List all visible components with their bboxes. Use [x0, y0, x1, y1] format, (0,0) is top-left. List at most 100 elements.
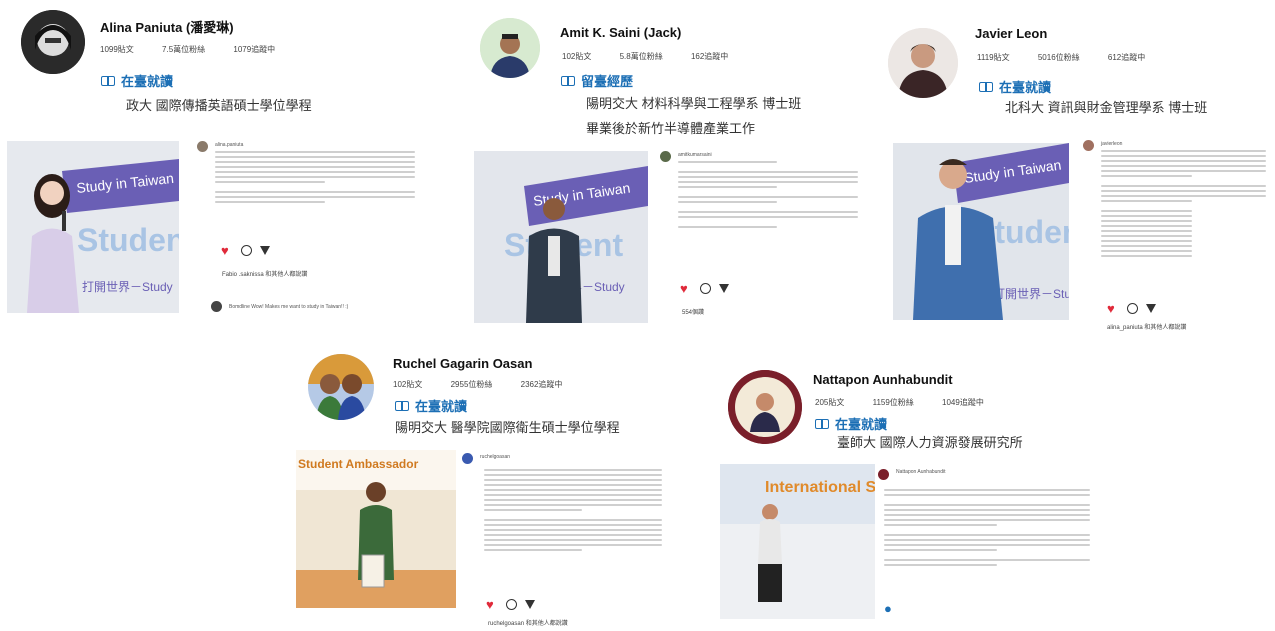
comment-icon[interactable] [700, 283, 711, 294]
avatar[interactable] [308, 354, 374, 420]
status-label: 在臺就讀 [979, 77, 1051, 96]
avatar-portrait-icon [888, 28, 958, 98]
banner-world-text: 打開世界－Study [82, 280, 173, 294]
avatar[interactable] [21, 10, 85, 74]
ambassador-photo-image: Study in Taiwan Student 打開世界－Study [474, 151, 648, 323]
post-photo[interactable]: Student Ambassador [296, 450, 456, 608]
share-icon[interactable] [260, 246, 270, 255]
book-icon [815, 418, 829, 429]
posts-count: 1099貼文 [100, 45, 134, 54]
poster-name[interactable]: alina.paniuta [215, 142, 243, 148]
caption-text [484, 469, 662, 554]
commenter-avatar[interactable] [211, 301, 222, 312]
following-count: 2362追蹤中 [520, 380, 563, 389]
affiliation-line-2: 畢業後於新竹半導體產業工作 [586, 121, 756, 136]
likes-text: Fabio .saknissa 和其他人都說讚 [222, 272, 308, 278]
affiliation: 政大 國際傳播英語碩士學位學程 [126, 98, 312, 113]
posts-count: 1119貼文 [977, 53, 1010, 62]
status-label: 在臺就讀 [815, 414, 887, 433]
avatar-portrait-icon [728, 370, 802, 444]
affiliation: 臺師大 國際人力資源發展研究所 [837, 435, 1023, 450]
post-actions: ♥ [1107, 302, 1156, 315]
profile-name: Ruchel Gagarin Oasan [393, 356, 533, 371]
profile-name: Alina Paniuta (潘愛琳) [100, 20, 234, 35]
heart-icon[interactable]: ♥ [221, 244, 233, 257]
ambassador-photo-image: International Student Ambassador [720, 464, 875, 619]
following-count: 1049追蹤中 [942, 398, 984, 407]
likes-text: ruchelgoasan 和其他人都說讚 [488, 621, 568, 627]
status-label: 在臺就讀 [395, 396, 467, 415]
heart-icon[interactable]: ♥ [680, 282, 692, 295]
post-photo[interactable]: International Student Ambassador [720, 464, 875, 619]
profile-name: Amit K. Saini (Jack) [560, 25, 682, 40]
poster-name[interactable]: amitkumarsaini [678, 152, 712, 158]
following-count: 162追蹤中 [690, 52, 729, 61]
heart-icon[interactable]: ♥ [1107, 302, 1119, 315]
caption-text [215, 151, 415, 206]
followers-count: 7.5萬位粉絲 [162, 45, 206, 54]
poster-avatar[interactable] [197, 141, 208, 152]
avatar-portrait-icon [21, 10, 85, 74]
status-text: 在臺就讀 [835, 417, 888, 432]
profile-stats: 1119貼文 5016位粉絲 612追蹤中 [977, 52, 1171, 63]
caption-text [884, 489, 1090, 569]
affiliation: 北科大 資訊與財金管理學系 博士班 [1005, 100, 1208, 115]
profile-stats: 1099貼文 7.5萬位粉絲 1079追蹤中 [100, 44, 301, 55]
banner-international-text: International Student Ambassador [765, 479, 875, 496]
comment-text: Bomdline Wow! Makes me want to study in … [229, 304, 349, 310]
followers-count: 5016位粉絲 [1037, 53, 1080, 62]
posts-count: 102貼文 [562, 52, 592, 61]
avatar[interactable] [480, 18, 540, 78]
share-icon[interactable] [1146, 304, 1156, 313]
poster-avatar[interactable] [878, 469, 889, 480]
ambassador-photo-image: Student Ambassador [296, 450, 456, 608]
avatar-portrait-icon [480, 18, 540, 78]
status-label: 留臺經歷 [561, 71, 633, 90]
poster-avatar[interactable] [660, 151, 671, 162]
caption-text [1101, 150, 1266, 260]
followers-count: 5.8萬位粉絲 [619, 52, 663, 61]
posts-count: 102貼文 [393, 380, 423, 389]
status-text: 在臺就讀 [121, 74, 174, 89]
heart-icon[interactable]: ♥ [486, 598, 498, 611]
status-label: 在臺就讀 [101, 71, 173, 90]
status-text: 在臺就讀 [415, 399, 468, 414]
share-icon[interactable] [525, 600, 535, 609]
posts-count: 205貼文 [815, 398, 845, 407]
comment-icon[interactable] [241, 245, 252, 256]
followers-count: 1159位粉絲 [872, 398, 914, 407]
banner-student-text: Student [77, 222, 179, 258]
post-actions: ● [884, 602, 896, 615]
caption-text [678, 161, 858, 231]
banner-ambassador-text: Student Ambassador [298, 457, 419, 471]
book-icon [395, 400, 409, 411]
avatar-portrait-icon [308, 354, 374, 420]
avatar[interactable] [728, 370, 802, 444]
poster-avatar[interactable] [1083, 140, 1094, 151]
following-count: 1079追蹤中 [233, 45, 276, 54]
banner-world-text: 打開世界－Study [993, 287, 1069, 301]
ambassador-photo-image: Study in Taiwan Student 打開世界－Study [7, 141, 179, 313]
ambassador-photo-image: Study in Taiwan Student 打開世界－Study [893, 143, 1069, 320]
status-text: 在臺就讀 [999, 80, 1052, 95]
post-actions: ♥ [680, 282, 729, 295]
post-actions: ♥ [486, 598, 535, 611]
heart-icon[interactable]: ● [884, 602, 896, 615]
avatar[interactable] [888, 28, 958, 98]
share-icon[interactable] [719, 284, 729, 293]
book-icon [979, 81, 993, 92]
following-count: 612追蹤中 [1107, 53, 1146, 62]
poster-name[interactable]: ruchelgoasan [480, 454, 510, 460]
post-photo[interactable]: Study in Taiwan Student 打開世界－Study [893, 143, 1069, 320]
profile-stats: 102貼文 5.8萬位粉絲 162追蹤中 [562, 51, 754, 62]
likes-text: alina_paniuta 和其他人都說讚 [1107, 325, 1187, 331]
poster-avatar[interactable] [462, 453, 473, 464]
post-photo[interactable]: Study in Taiwan Student 打開世界－Study [474, 151, 648, 323]
comment-icon[interactable] [506, 599, 517, 610]
profile-stats: 102貼文 2955位粉絲 2362追蹤中 [393, 379, 588, 390]
post-photo[interactable]: Study in Taiwan Student 打開世界－Study [7, 141, 179, 313]
comment-icon[interactable] [1127, 303, 1138, 314]
affiliation: 陽明交大 醫學院國際衛生碩士學位學程 [395, 420, 620, 435]
poster-name[interactable]: javierleon [1101, 141, 1122, 147]
poster-name[interactable]: Nattapon Aunhabundit [896, 469, 946, 475]
